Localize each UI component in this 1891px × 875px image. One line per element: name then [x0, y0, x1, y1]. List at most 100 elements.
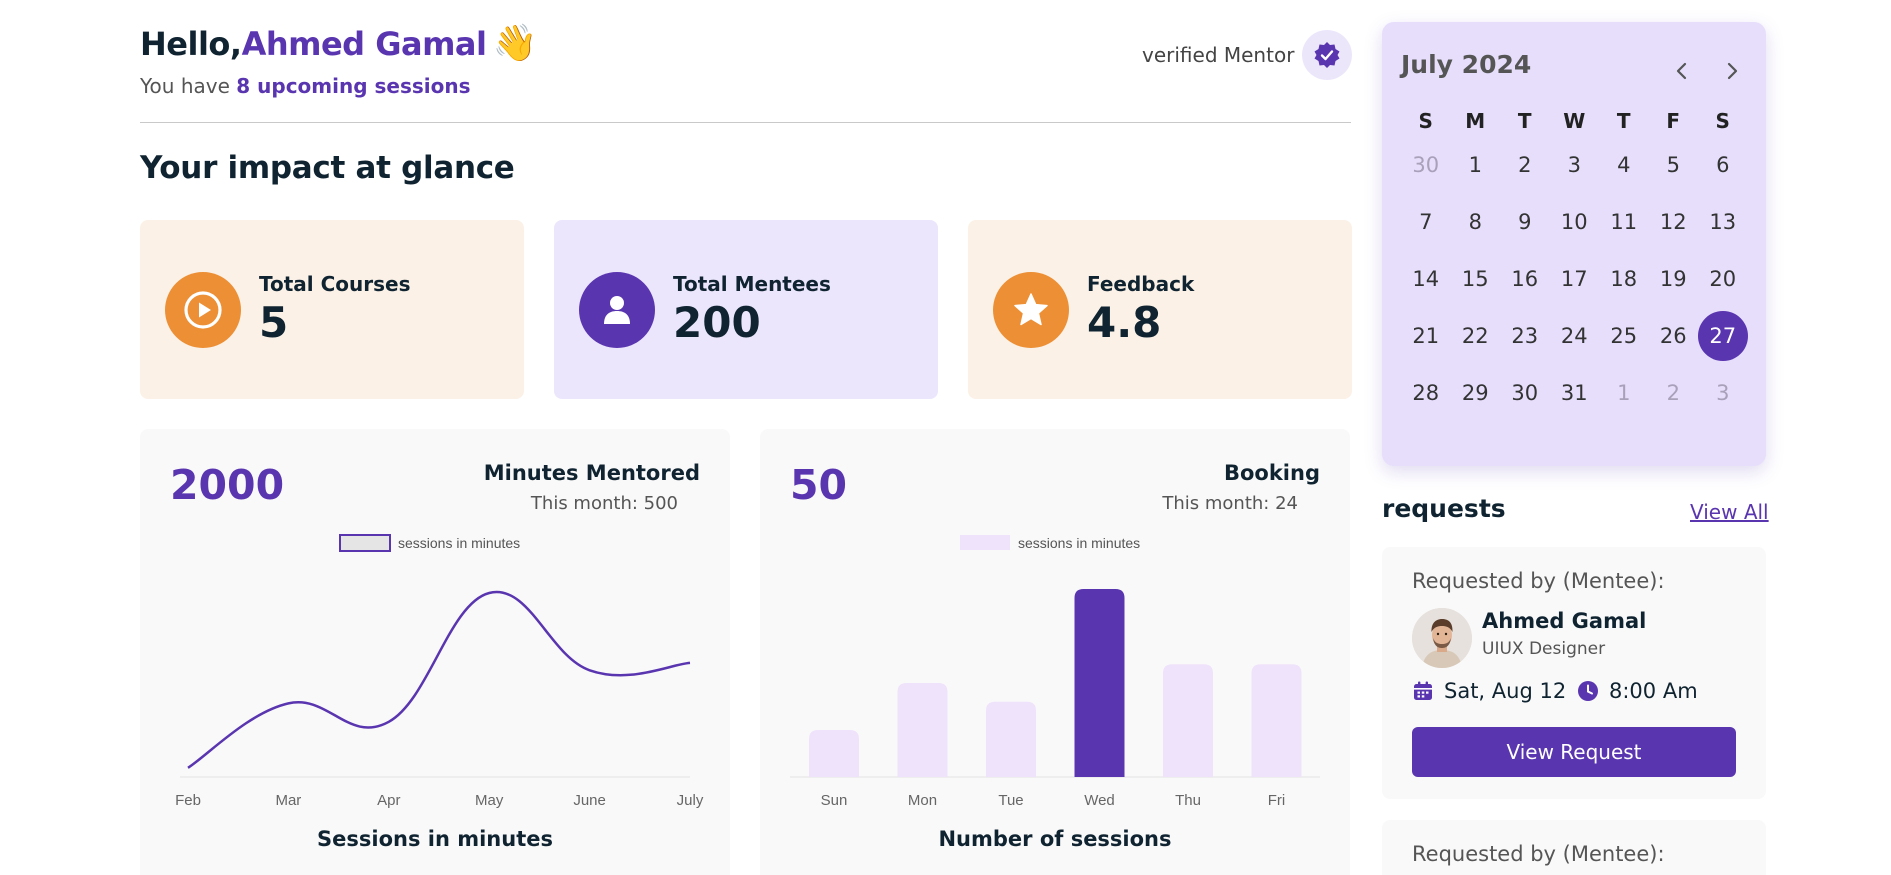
- x-tick-label: Thu: [1175, 792, 1201, 809]
- calendar-day[interactable]: 4: [1599, 140, 1649, 190]
- request-time-text: 8:00 Am: [1609, 679, 1698, 703]
- upcoming-sessions-count[interactable]: 8 upcoming sessions: [236, 74, 470, 98]
- bar: [897, 683, 948, 777]
- calendar-day-selected[interactable]: 27: [1698, 310, 1748, 361]
- calendar-day[interactable]: 26: [1649, 311, 1699, 361]
- calendar-day[interactable]: 1: [1451, 140, 1501, 190]
- x-tick-label: June: [573, 792, 606, 809]
- calendar-day[interactable]: 22: [1451, 311, 1501, 361]
- calendar-day[interactable]: 21: [1401, 311, 1451, 361]
- upcoming-sessions-text: You have 8 upcoming sessions: [140, 74, 471, 98]
- stat-value: 4.8: [1087, 298, 1162, 348]
- request-label: Requested by (Mentee):: [1412, 842, 1665, 866]
- minutes-mentored-card: 2000 Minutes Mentored This month: 500 se…: [140, 429, 730, 875]
- calendar-weekday: T: [1517, 109, 1532, 133]
- avatar: [1412, 608, 1472, 668]
- calendar-day[interactable]: 16: [1500, 254, 1550, 304]
- calendar-day[interactable]: 30: [1500, 368, 1550, 418]
- calendar-day[interactable]: 31: [1550, 368, 1600, 418]
- stat-value: 5: [259, 298, 289, 348]
- star-icon: [993, 271, 1069, 348]
- feedback-card[interactable]: Feedback 4.8: [968, 220, 1352, 399]
- calendar-day[interactable]: 15: [1451, 254, 1501, 304]
- calendar-month-label: July 2024: [1401, 50, 1532, 79]
- calendar-prev-button[interactable]: [1666, 55, 1698, 87]
- calendar-day[interactable]: 29: [1451, 368, 1501, 418]
- x-tick-label: July: [677, 792, 704, 809]
- impact-title: Your impact at glance: [140, 150, 515, 186]
- calendar-day[interactable]: 25: [1599, 311, 1649, 361]
- calendar-widget: July 2024 S M T W T F S 30 1 2 3 4 5 6 7 8 9 10 11 12 13 14 15…: [1382, 22, 1766, 466]
- x-tick-label: Fri: [1268, 792, 1286, 809]
- bar: [809, 730, 859, 777]
- request-date-text: Sat, Aug 12: [1444, 679, 1567, 703]
- mentee-name: Ahmed Gamal: [1482, 609, 1647, 633]
- calendar-day[interactable]: 2: [1649, 368, 1699, 418]
- calendar-weekday: M: [1465, 109, 1486, 133]
- calendar-icon: [1414, 681, 1432, 700]
- calendar-day[interactable]: 7: [1401, 197, 1451, 247]
- bar: [1251, 664, 1302, 777]
- x-tick-label: Feb: [175, 792, 201, 809]
- booking-chart-caption: Number of sessions: [938, 827, 1172, 851]
- bar: [1074, 589, 1125, 777]
- legend-swatch: [339, 534, 391, 552]
- calendar-day[interactable]: 23: [1500, 311, 1550, 361]
- legend-label: sessions in minutes: [1018, 535, 1140, 551]
- verified-check-icon: [1302, 30, 1353, 80]
- total-mentees-card[interactable]: Total Mentees 200: [554, 220, 938, 399]
- greeting-prefix: Hello,: [140, 25, 242, 63]
- calendar-day[interactable]: 5: [1649, 140, 1699, 190]
- x-tick-label: Tue: [998, 792, 1023, 809]
- calendar-day[interactable]: 12: [1649, 197, 1699, 247]
- stat-label: Total Courses: [259, 272, 411, 297]
- calendar-weekday-row: SMTWTFS: [1401, 106, 1748, 136]
- x-tick-label: Wed: [1084, 792, 1115, 809]
- view-request-button[interactable]: View Request: [1412, 727, 1736, 777]
- chevron-right-icon: [1727, 62, 1738, 80]
- calendar-day[interactable]: 3: [1550, 140, 1600, 190]
- x-tick-label: Apr: [377, 792, 400, 809]
- calendar-day[interactable]: 1: [1599, 368, 1649, 418]
- calendar-day[interactable]: 18: [1599, 254, 1649, 304]
- calendar-weekday: W: [1563, 109, 1586, 133]
- calendar-day[interactable]: 28: [1401, 368, 1451, 418]
- calendar-day[interactable]: 19: [1649, 254, 1699, 304]
- calendar-day[interactable]: 8: [1451, 197, 1501, 247]
- calendar-next-button[interactable]: [1716, 55, 1748, 87]
- calendar-day[interactable]: 17: [1550, 254, 1600, 304]
- total-courses-card[interactable]: Total Courses 5: [140, 220, 524, 399]
- calendar-day[interactable]: 9: [1500, 197, 1550, 247]
- calendar-weekday: T: [1616, 109, 1631, 133]
- play-circle-icon: [165, 271, 241, 348]
- view-all-link[interactable]: View All: [1690, 500, 1769, 524]
- booking-card: 50 Booking This month: 24 sessions in mi…: [760, 429, 1350, 875]
- mentee-role: UIUX Designer: [1482, 639, 1606, 659]
- calendar-day[interactable]: 14: [1401, 254, 1451, 304]
- stat-label: Total Mentees: [673, 272, 831, 297]
- x-tick-label: Mon: [908, 792, 937, 809]
- calendar-day[interactable]: 10: [1550, 197, 1600, 247]
- greeting-heading: Hello,Ahmed Gamal 👋: [140, 22, 537, 64]
- calendar-week-row: 21 22 23 24 25 26 27: [1401, 307, 1748, 364]
- calendar-week-row: 7 8 9 10 11 12 13: [1401, 193, 1748, 250]
- calendar-day[interactable]: 3: [1698, 368, 1748, 418]
- calendar-day[interactable]: 30: [1401, 140, 1451, 190]
- calendar-day[interactable]: 24: [1550, 311, 1600, 361]
- request-card: Requested by (Mentee):: [1382, 820, 1766, 875]
- series-line: [187, 590, 691, 769]
- calendar-weekday: S: [1418, 109, 1433, 133]
- request-date: Sat, Aug 12: [1412, 679, 1566, 703]
- calendar-week-row: 30 1 2 3 4 5 6: [1401, 136, 1748, 193]
- calendar-day[interactable]: 6: [1698, 140, 1748, 190]
- calendar-weekday: S: [1715, 109, 1730, 133]
- calendar-week-row: 14 15 16 17 18 19 20: [1401, 250, 1748, 307]
- bar: [1163, 664, 1213, 777]
- calendar-day[interactable]: 20: [1698, 254, 1748, 304]
- calendar-day[interactable]: 2: [1500, 140, 1550, 190]
- booking-bar-chart: sessions in minutes Sun Mon Tue Wed Thu Fri: [790, 535, 1320, 809]
- calendar-day[interactable]: 13: [1698, 197, 1748, 247]
- calendar-day[interactable]: 11: [1599, 197, 1649, 247]
- x-tick-label: Mar: [275, 792, 301, 809]
- stat-value: 200: [673, 298, 761, 348]
